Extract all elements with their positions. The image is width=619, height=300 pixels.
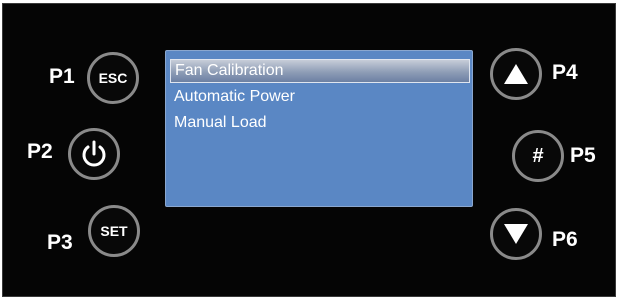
- label-p6: P6: [552, 228, 578, 251]
- power-icon: [82, 140, 106, 167]
- menu-item-fan-calibration[interactable]: Fan Calibration: [170, 59, 470, 83]
- label-p4: P4: [552, 61, 578, 84]
- power-button[interactable]: [68, 128, 120, 180]
- label-p5: P5: [570, 144, 596, 167]
- hash-button[interactable]: #: [512, 130, 564, 182]
- label-p1: P1: [49, 65, 75, 88]
- arrow-up-icon: [504, 64, 528, 84]
- arrow-down-icon: [504, 224, 528, 244]
- down-button[interactable]: [490, 208, 542, 260]
- up-button[interactable]: [490, 48, 542, 100]
- esc-button-label: ESC: [98, 70, 128, 86]
- esc-button[interactable]: ESC: [87, 52, 139, 104]
- menu-item-manual-load[interactable]: Manual Load: [170, 111, 470, 135]
- menu-item-automatic-power[interactable]: Automatic Power: [170, 85, 470, 109]
- label-p3: P3: [47, 231, 73, 254]
- display-screen: Fan Calibration Automatic Power Manual L…: [165, 50, 473, 207]
- control-panel: P1 P2 P3 ESC SET Fan Calibration Automat…: [2, 3, 616, 297]
- set-button[interactable]: SET: [88, 205, 140, 257]
- hash-button-label: #: [532, 144, 544, 167]
- label-p2: P2: [27, 140, 53, 163]
- set-button-label: SET: [100, 223, 128, 239]
